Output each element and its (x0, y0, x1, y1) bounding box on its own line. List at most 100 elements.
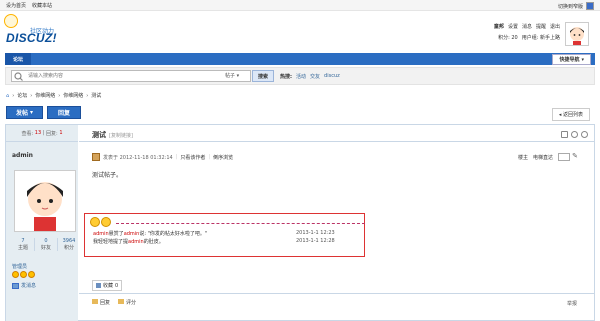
floor-label: 楼主 (517, 154, 528, 161)
prev-thread-icon[interactable] (571, 131, 578, 138)
breadcrumb-separator: › (30, 92, 33, 99)
comment-row: admin悬赏了admin说: "你发的帖太好水啦了吧。" (93, 231, 208, 237)
emoji-icon (101, 217, 111, 227)
view-count: 13 (34, 130, 42, 136)
goto-floor-input[interactable] (558, 153, 570, 161)
logo-bulb-icon (4, 14, 18, 28)
copy-link[interactable]: [复制链接] (109, 133, 133, 139)
mail-icon (12, 282, 19, 289)
top-links: 设为首页 收藏本站 (6, 2, 52, 9)
emoji-icon (90, 217, 100, 227)
only-author-link[interactable]: 只看该作者 (180, 154, 205, 161)
narrow-toggle-link[interactable]: 切换到窄版 (558, 3, 583, 10)
breadcrumb-separator: › (58, 92, 61, 99)
bookmark-link[interactable]: 收藏本站 (32, 2, 52, 9)
post-floor: 楼主 电梯直达 (518, 153, 570, 161)
report-link[interactable]: 举报 (567, 300, 577, 307)
set-homepage-link[interactable]: 设为首页 (6, 2, 26, 9)
main-navbar (5, 53, 595, 65)
star-icon (12, 271, 19, 278)
user-nav: 童邦 设置 消息 提醒 退出 (494, 23, 560, 30)
comment-icons (90, 217, 111, 227)
favorite-button[interactable]: 收藏 0 (92, 280, 123, 291)
hot-word-link[interactable]: discuz (324, 73, 340, 80)
quick-nav-button[interactable]: 快捷导航 ▾ (552, 54, 591, 65)
next-thread-icon[interactable] (581, 131, 588, 138)
author-avatar[interactable] (14, 170, 76, 232)
hot-word-link[interactable]: 交友 (310, 73, 320, 80)
search-input[interactable] (28, 72, 178, 80)
breadcrumb-category[interactable]: 你维网络 (35, 92, 55, 99)
user-group[interactable]: 管理员 (12, 263, 27, 270)
search-icon (14, 72, 23, 81)
thread-title: 测试 [复制链接] (92, 131, 133, 139)
breadcrumb-thread[interactable]: 测试 (91, 92, 101, 99)
nav-forum[interactable]: 论坛 (5, 53, 31, 65)
username-link[interactable]: 童邦 (494, 23, 504, 30)
new-post-button[interactable]: 发帖 ▾ (6, 106, 43, 119)
stat-threads[interactable]: 7 主题 (12, 238, 34, 251)
search-type-select[interactable]: 帖子 ▾ (225, 72, 239, 79)
reverse-order-link[interactable]: 倒序浏览 (213, 154, 233, 161)
star-icon (20, 271, 27, 278)
settings-link[interactable]: 设置 (508, 23, 518, 30)
theme-swatch-icon[interactable] (586, 2, 594, 10)
breadcrumb-board[interactable]: 你维网络 (63, 92, 83, 99)
credits-link[interactable]: 积分: 20 (498, 34, 518, 41)
divider (79, 293, 594, 294)
star-icon (28, 271, 35, 278)
rate-icon (118, 299, 125, 304)
stat-friends[interactable]: 0 好友 (34, 238, 57, 251)
reply-count: 1 (59, 130, 63, 136)
messages-link[interactable]: 消息 (522, 23, 532, 30)
comment-user-link[interactable]: admin (93, 231, 109, 237)
thread-tools (561, 131, 588, 138)
quick-nav-label: 快捷导航 (559, 57, 580, 63)
comment-date: 2013-1-1 12:28 (296, 238, 335, 244)
favorite-icon (96, 283, 101, 288)
stat-credits[interactable]: 3964 积分 (57, 238, 80, 251)
top-right: 切换到窄版 (558, 2, 594, 10)
user-stats: 积分: 20 用户组: 新手上路 (498, 34, 560, 41)
author-name[interactable]: admin (12, 152, 33, 159)
comment-user-link[interactable]: admin (124, 231, 140, 237)
breadcrumb: ⌂ › 论坛 › 你维网络 › 你维网络 › 测试 (6, 92, 101, 100)
rate-action[interactable]: 评分 (118, 299, 136, 306)
post-actions: 回复 评分 (92, 299, 136, 306)
reply-button[interactable]: 回复 (47, 106, 81, 119)
online-status-icon (92, 153, 100, 161)
search-button[interactable]: 搜索 (252, 70, 274, 82)
favorite-count: 0 (115, 282, 119, 289)
rank-stars (12, 271, 35, 278)
print-icon[interactable] (561, 131, 568, 138)
home-icon[interactable]: ⌂ (6, 93, 9, 99)
user-avatar[interactable] (565, 22, 589, 46)
send-message-link[interactable]: 发消息 (12, 282, 36, 289)
thread-stats: 查看: 13 | 回复: 1 (6, 125, 78, 142)
divider (79, 141, 594, 142)
breadcrumb-forum[interactable]: 论坛 (17, 92, 27, 99)
reply-icon (92, 299, 98, 304)
avatar-face-icon (570, 27, 584, 45)
logo-wordmark[interactable]: DISCUZ! (6, 31, 57, 45)
breadcrumb-separator: › (86, 92, 89, 99)
avatar-face-icon (27, 182, 63, 231)
back-to-list-button[interactable]: ◂ 返回列表 (551, 108, 590, 121)
post-content: 测试帖子。 (92, 172, 123, 179)
breadcrumb-separator: › (12, 92, 15, 99)
chevron-down-icon: ▾ (581, 56, 584, 63)
usergroup-link[interactable]: 用户组: 新手上路 (522, 34, 560, 41)
hot-searches: 热搜: 活动 交友 discuz (280, 73, 340, 80)
hot-search-label: 热搜: (280, 74, 292, 80)
logout-link[interactable]: 退出 (550, 23, 560, 30)
notices-link[interactable]: 提醒 (536, 23, 546, 30)
post-meta: 发表于 2012-11-18 01:32:14 | 只看该作者 | 倒序浏览 (92, 153, 233, 161)
comment-row: 我轻轻地提了提admin的肚皮。 (93, 239, 164, 245)
wrench-icon[interactable]: ✎ (572, 152, 578, 160)
hot-word-link[interactable]: 活动 (296, 73, 306, 80)
comment-user-link[interactable]: admin (128, 239, 144, 245)
reply-action[interactable]: 回复 (92, 299, 110, 306)
divider (116, 223, 365, 224)
post-date: 发表于 2012-11-18 01:32:14 (103, 154, 173, 161)
goto-label: 电梯直达 (532, 154, 553, 161)
